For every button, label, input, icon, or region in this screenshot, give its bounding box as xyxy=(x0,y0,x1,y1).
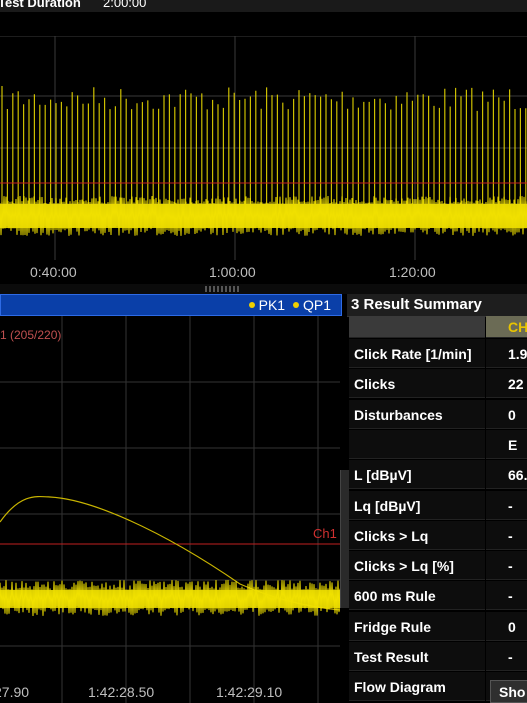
limit-line-label: 1 (205/220) xyxy=(0,328,62,342)
zoomed-trace-window[interactable] xyxy=(0,294,344,703)
show-flow-diagram-button[interactable]: Sho xyxy=(490,680,527,703)
row-label: Clicks > Lq xyxy=(349,520,485,550)
table-header-corner xyxy=(349,316,485,338)
row-value: - xyxy=(486,581,527,611)
row-value: 22 xyxy=(486,369,527,399)
table-row: L [dBµV] 66. xyxy=(349,460,527,490)
table-row: Test Result - xyxy=(349,642,527,672)
row-label: Disturbances xyxy=(349,399,485,429)
row-label: Fridge Rule xyxy=(349,611,485,641)
row-value: - xyxy=(486,490,527,520)
zoom-x-tick-label: 27.90 xyxy=(0,684,30,700)
row-label: Lq [dBµV] xyxy=(349,490,485,520)
zoomed-trace-header[interactable]: PK1 QP1 xyxy=(0,294,342,316)
qp1-dot-icon xyxy=(292,302,299,308)
row-value: - xyxy=(486,642,527,671)
result-summary-title: 3 Result Summary xyxy=(351,296,482,313)
trace-legend: PK1 QP1 xyxy=(245,297,331,313)
table-row: Fridge Rule 0 xyxy=(349,611,527,642)
row-value: - xyxy=(486,520,527,550)
table-row: Lq [dBµV] - xyxy=(349,490,527,521)
column-header-ch: CH xyxy=(486,316,527,338)
x-tick-label: 1:20:00 xyxy=(389,264,436,280)
row-value: 0 xyxy=(486,611,527,641)
result-summary-title-bar[interactable]: 3 Result Summary xyxy=(347,294,527,317)
noise-band xyxy=(0,204,527,228)
x-tick-label: 1:00:00 xyxy=(209,264,256,280)
table-row: 600 ms Rule - xyxy=(349,581,527,611)
test-duration-value: 2:00:00 xyxy=(103,0,147,10)
zoomed-trace-svg xyxy=(0,316,341,703)
splitter-grip-icon[interactable] xyxy=(205,286,241,292)
zoom-x-tick-label: 1:42:28.50 xyxy=(88,684,155,700)
overview-x-axis: 0:40:00 1:00:00 1:20:00 xyxy=(0,260,527,284)
window-splitter[interactable] xyxy=(0,284,527,294)
row-value: E xyxy=(486,429,527,459)
row-value: - xyxy=(486,551,527,581)
table-row: Clicks > Lq [%] - xyxy=(349,551,527,581)
pk1-dot-icon xyxy=(248,302,255,308)
row-label: Test Result xyxy=(349,642,485,671)
zoom-x-tick-label: 1:42:29.10 xyxy=(216,684,283,700)
x-tick-label: 0:40:00 xyxy=(30,264,77,280)
row-label xyxy=(349,429,485,459)
row-label: Clicks xyxy=(349,369,485,399)
row-label: Click Rate [1/min] xyxy=(349,339,485,368)
legend-qp1: QP1 xyxy=(302,297,331,313)
table-row: Disturbances 0 xyxy=(349,399,527,430)
table-row: Clicks > Lq - xyxy=(349,520,527,551)
row-value: 1.9 xyxy=(486,339,527,368)
test-duration-label: Test Duration xyxy=(0,0,81,10)
legend-pk1: PK1 xyxy=(258,297,286,313)
channel-limit-label: Ch1 xyxy=(313,526,337,541)
row-label: Flow Diagram xyxy=(349,672,485,702)
zoom-noise-band xyxy=(0,590,340,608)
table-row: Clicks 22 xyxy=(349,369,527,399)
window-resize-handle[interactable] xyxy=(340,470,349,608)
overview-trace-plot[interactable] xyxy=(0,36,527,260)
table-row: E xyxy=(349,429,527,460)
click-spikes xyxy=(1,86,527,204)
row-value: 0 xyxy=(486,399,527,429)
row-label: L [dBµV] xyxy=(349,460,485,490)
row-label: Clicks > Lq [%] xyxy=(349,551,485,581)
table-row: Click Rate [1/min] 1.9 xyxy=(349,339,527,369)
overview-trace-svg xyxy=(0,36,527,260)
measurement-info-bar: Test Duration 2:00:00 xyxy=(0,0,527,12)
row-label: 600 ms Rule xyxy=(349,581,485,611)
row-value: 66. xyxy=(486,460,527,490)
